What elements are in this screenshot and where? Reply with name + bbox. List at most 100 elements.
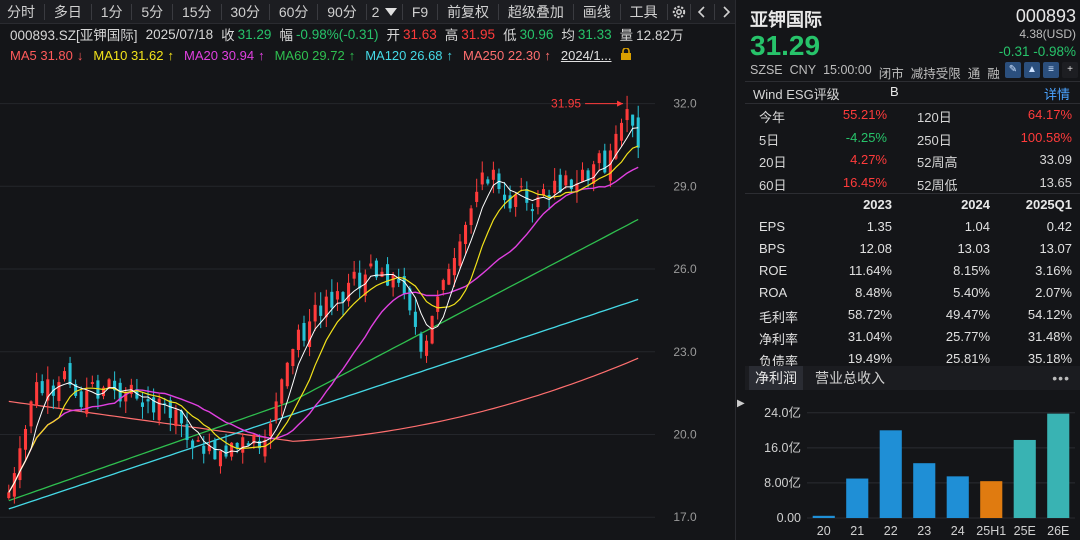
candle-body <box>514 194 518 207</box>
kline-chart[interactable]: 32.0 29.0 26.0 23.0 20.0 17.0 31.95 <box>0 66 735 540</box>
high-label: 高 <box>444 28 459 43</box>
tab-net-profit[interactable]: 净利润 <box>749 366 803 390</box>
chevron-right-icon[interactable] <box>716 0 735 24</box>
adjust-button[interactable]: 前复权 <box>440 0 496 24</box>
period-tab-15min[interactable]: 15分 <box>175 0 219 24</box>
candle-body <box>636 117 640 148</box>
chevron-left-icon[interactable] <box>693 0 712 24</box>
candle-body <box>480 172 484 185</box>
ma5-label: MA5 31.80 <box>10 47 73 63</box>
cell: 11.64% <box>848 263 892 278</box>
candle-body <box>619 122 624 141</box>
ma5-arrow: ↓ <box>76 47 84 63</box>
cell: 13.03 <box>957 241 990 256</box>
candle-body <box>341 292 345 303</box>
ma20-label: MA20 30.94 <box>183 47 255 63</box>
candle-body <box>508 195 512 209</box>
bar <box>1013 439 1036 518</box>
row-label: 毛利率 <box>759 310 799 325</box>
market-meta: SZSE CNY 15:00:00 闭市 减持受限 通 融 <box>750 63 1000 82</box>
chart-icon[interactable]: ▲ <box>1024 62 1040 78</box>
cell: 58.72% <box>847 307 892 322</box>
cell: 19.49% <box>847 351 892 366</box>
candle-body <box>486 179 490 184</box>
tab-revenue[interactable]: 营业总收入 <box>809 366 891 390</box>
period-tab-more[interactable]: 2 <box>369 0 382 24</box>
cell: 25.77% <box>945 329 990 344</box>
ma60-arrow: ↑ <box>348 47 356 63</box>
candle-body <box>174 409 178 427</box>
perf-value: 16.45% <box>842 174 887 190</box>
candle-body <box>296 329 300 351</box>
divider <box>713 3 715 20</box>
cell: 12.08 <box>859 241 892 256</box>
candle-body <box>35 382 39 406</box>
net-profit-bar-chart: 24.0亿 16.0亿 8.00亿 0.00 20 21 22 23 24 25H1 25E 26E <box>764 405 1075 538</box>
candle-body <box>18 448 22 481</box>
dropdown-triangle-icon[interactable] <box>381 0 400 24</box>
pencil-icon[interactable]: ✎ <box>1005 62 1021 78</box>
candle-body <box>96 380 100 399</box>
divider <box>220 3 222 20</box>
period-tab-90min[interactable]: 90分 <box>320 0 364 24</box>
period-tab-intraday[interactable]: 分时 <box>0 0 42 24</box>
candle-body <box>608 150 612 181</box>
lock-icon[interactable] <box>620 46 632 63</box>
tools-button[interactable]: 工具 <box>623 0 665 24</box>
y-tick-label: 20.0 <box>673 427 697 441</box>
candle-body <box>464 224 468 245</box>
max-marker-label: 31.95 <box>551 97 581 111</box>
candle-body <box>469 208 473 226</box>
avg-value: 31.33 <box>577 26 612 42</box>
table-row: ROA 8.48% 5.40% 2.07% <box>745 282 1080 304</box>
ma120-line <box>8 298 639 510</box>
candle-body <box>302 322 306 341</box>
more-options-icon[interactable]: ••• <box>1052 370 1070 386</box>
period-tab-60min[interactable]: 60分 <box>272 0 316 24</box>
bar <box>946 476 969 518</box>
y-tick-label: 17.0 <box>673 510 697 524</box>
range-selector[interactable]: 2024/1... <box>561 48 612 63</box>
candle-body <box>491 169 495 180</box>
candle-body <box>603 150 607 173</box>
divider <box>498 3 499 20</box>
gear-icon[interactable] <box>669 0 688 24</box>
candle-body <box>380 271 384 277</box>
cell: 2.07% <box>1035 285 1072 300</box>
f9-button[interactable]: F9 <box>405 0 435 24</box>
candle-body <box>525 189 529 203</box>
close-value: 31.29 <box>237 26 272 42</box>
period-tab-5min[interactable]: 5分 <box>134 0 170 24</box>
cell: 31.48% <box>1027 329 1072 344</box>
cell: 5.40% <box>953 285 990 300</box>
y-tick-label: 24.0亿 <box>764 405 801 420</box>
collapse-panel-icon[interactable]: ▶ <box>737 398 745 409</box>
list-icon[interactable]: ≡ <box>1043 62 1059 78</box>
table-row: 净利率 31.04% 25.77% 31.48% <box>745 326 1080 348</box>
candle-body <box>597 153 601 164</box>
candle-body <box>430 315 434 344</box>
overlay-button[interactable]: 超级叠加 <box>501 0 571 24</box>
candle-body <box>452 258 456 276</box>
row-label: ROE <box>759 263 788 278</box>
period-tab-1min[interactable]: 1分 <box>94 0 130 24</box>
price-change: -0.31 -0.98% <box>998 44 1076 59</box>
vol-label: 量 <box>619 28 634 43</box>
kline-chart-area[interactable]: 32.0 29.0 26.0 23.0 20.0 17.0 31.95 <box>0 66 735 540</box>
divider <box>402 3 403 20</box>
ma250-arrow: ↑ <box>544 47 551 63</box>
candle-body <box>352 271 356 279</box>
esg-details-link[interactable]: 详情 <box>1044 84 1070 103</box>
ma20-line <box>8 166 639 493</box>
esg-rating-row: Wind ESG评级 B 详情 <box>745 82 1080 102</box>
period-tab-multiday[interactable]: 多日 <box>47 0 89 24</box>
perf-value: -4.25% <box>845 129 887 145</box>
cell: 8.15% <box>953 263 990 278</box>
candle-body <box>40 381 44 394</box>
draw-line-button[interactable]: 画线 <box>576 0 618 24</box>
plus-icon[interactable]: + <box>1062 62 1078 78</box>
cell: 31.04% <box>847 329 892 344</box>
divider <box>268 3 270 20</box>
candle-body <box>168 400 172 418</box>
period-tab-30min[interactable]: 30分 <box>223 0 267 24</box>
